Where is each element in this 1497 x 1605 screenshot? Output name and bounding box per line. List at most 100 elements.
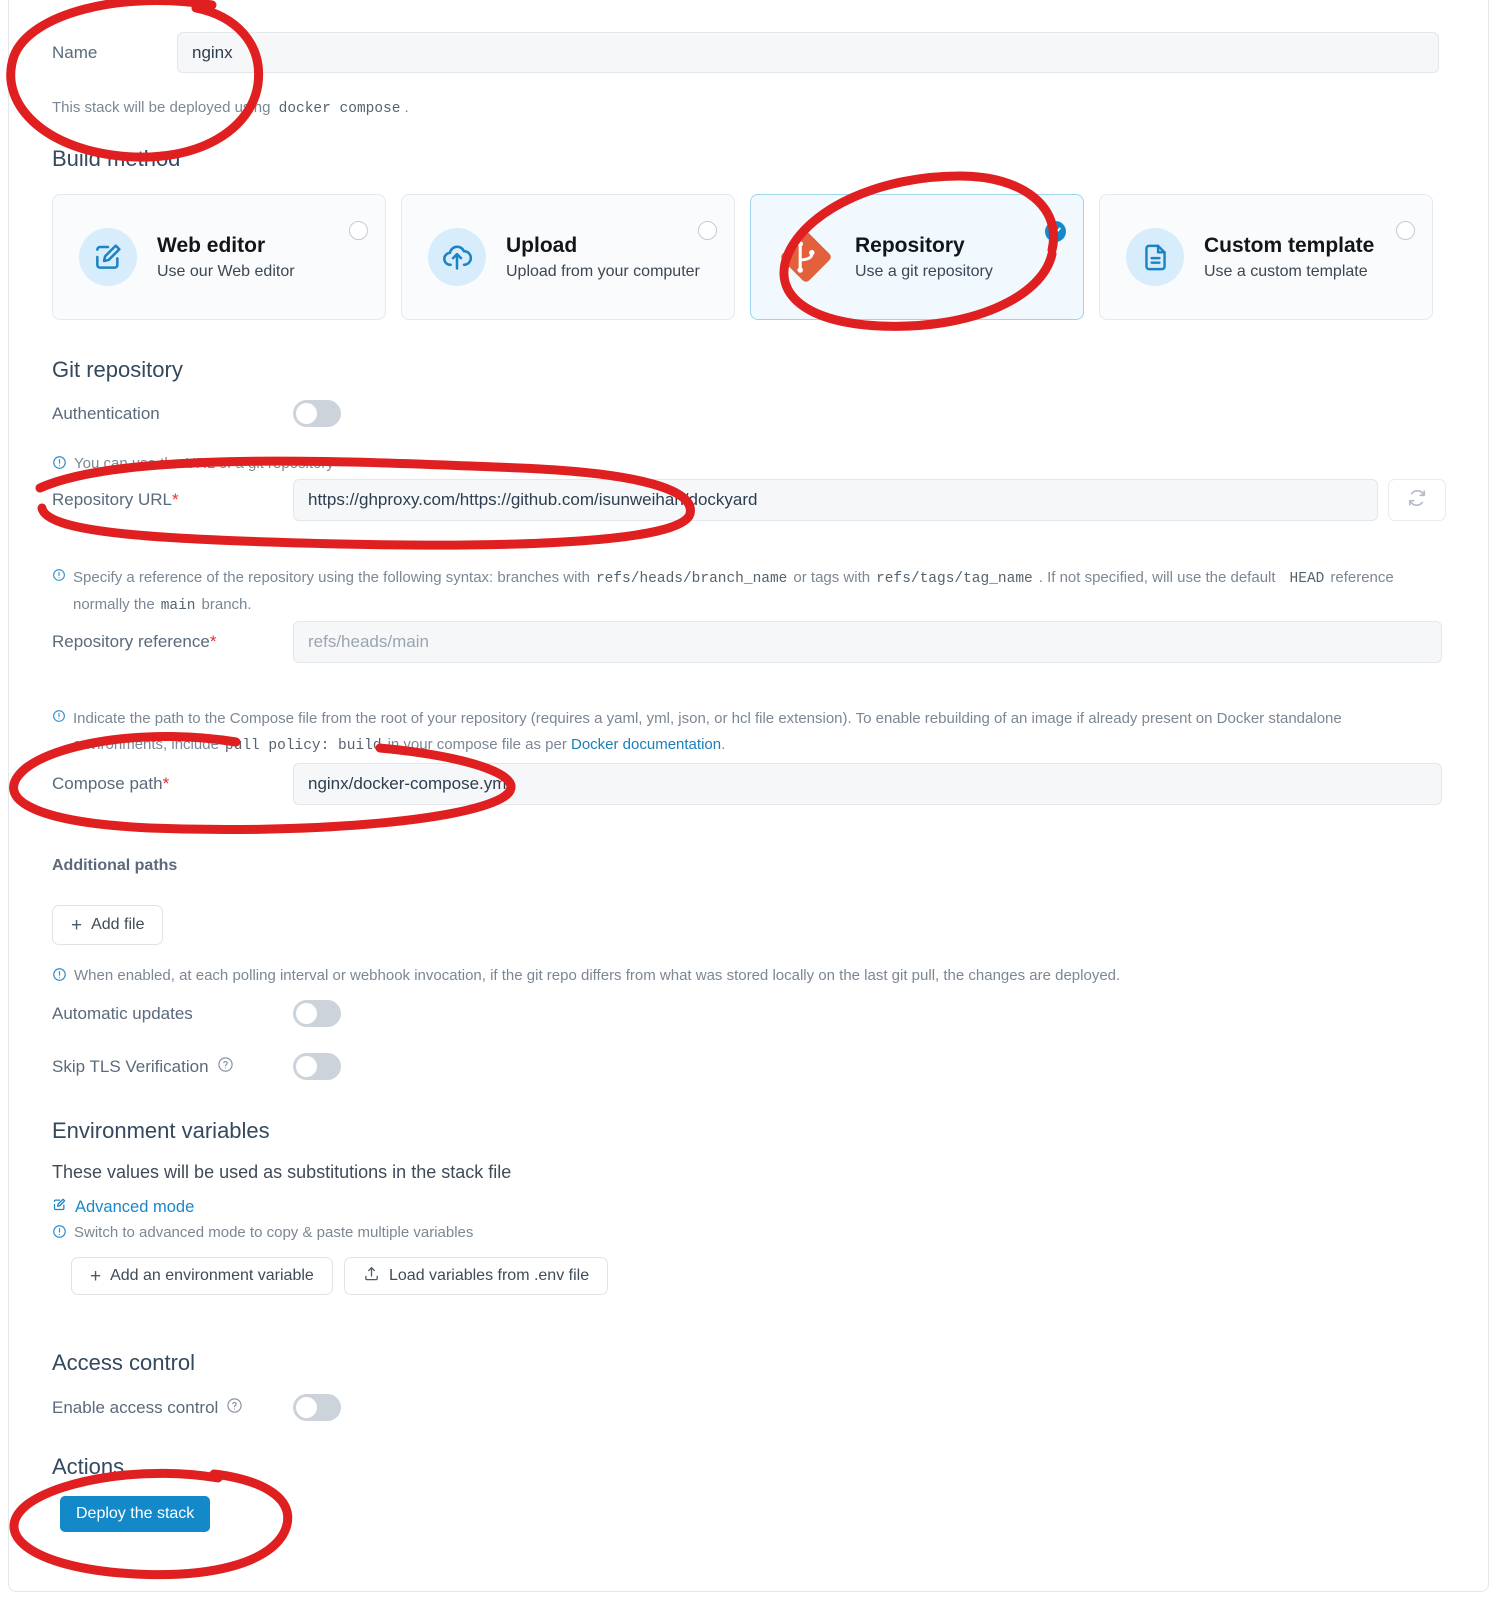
additional-paths-title: Additional paths [52,857,178,874]
name-input[interactable]: nginx [177,32,1439,73]
docker-documentation-link[interactable]: Docker documentation [571,736,721,753]
advanced-mode-link[interactable]: Advanced mode [52,1197,194,1217]
environment-variables-description: These values will be used as substitutio… [52,1162,512,1182]
build-method-web-editor[interactable]: Web editor Use our Web editor [52,194,386,320]
skip-tls-toggle[interactable] [293,1053,341,1080]
deploy-the-stack-label: Deploy the stack [76,1505,195,1522]
build-method-desc-text: Use a custom template [1204,262,1368,280]
build-method-desc-text: Use a git repository [855,262,993,280]
repository-url-row: Repository URL* https://ghproxy.com/http… [52,479,1446,521]
repository-url-label: Repository URL* [52,490,293,510]
radio-upload[interactable] [698,221,717,240]
required-asterisk: * [209,632,217,651]
plus-icon: + [90,1265,102,1287]
add-environment-variable-button[interactable]: + Add an environment variable [71,1257,333,1295]
info-icon [52,1224,67,1244]
compose-path-hint: Indicate the path to the Compose file fr… [52,706,1427,760]
repository-url-hint: You can use the URL of a git repository [52,453,334,475]
build-method-title: Build method [52,146,181,171]
repository-reference-row: Repository reference* refs/heads/main [52,621,1442,663]
ref-hint-2: or tags with [793,569,871,586]
load-env-file-label: Load variables from .env file [389,1267,590,1284]
automatic-updates-hint: When enabled, at each polling interval o… [52,965,1120,987]
required-asterisk: * [172,490,179,509]
repository-url-refresh-button[interactable] [1388,479,1446,521]
actions-title: Actions [52,1454,125,1479]
skip-tls-row: Skip TLS Verification [52,1053,341,1080]
radio-web-editor[interactable] [349,221,368,240]
ref-code-4: main [160,598,196,615]
compose-path-label-text: Compose path [52,774,163,793]
name-helper-text: This stack will be deployed using docker… [52,97,409,120]
repository-url-label-text: Repository URL [52,490,172,509]
advanced-mode-label: Advanced mode [75,1197,195,1216]
compose-code: pull policy: build [224,738,382,755]
build-method-desc-text: Use our Web editor [157,262,295,280]
ref-code-2: refs/tags/tag_name [876,571,1033,587]
upload-icon [363,1265,380,1287]
ref-hint-3: . If not specified, will use the default [1038,569,1276,586]
build-method-upload[interactable]: Upload Upload from your computer [401,194,735,320]
advanced-mode-hint: Switch to advanced mode to copy & paste … [52,1222,473,1244]
build-method-title-text: Upload [506,233,578,257]
plus-icon: + [71,914,83,936]
build-method-custom-template[interactable]: Custom template Use a custom template [1099,194,1433,320]
ref-code-1: refs/heads/branch_name [595,571,788,587]
enable-access-control-row: Enable access control [52,1394,341,1421]
radio-repository-selected[interactable] [1045,221,1066,242]
info-icon [52,568,66,587]
advanced-mode-hint-text: Switch to advanced mode to copy & paste … [74,1224,474,1241]
question-mark-icon[interactable] [226,1397,243,1419]
repository-reference-hint: Specify a reference of the repository us… [52,565,1422,620]
name-helper-prefix: This stack will be deployed using [52,99,271,116]
stack-creation-form-page: Name nginx This stack will be deployed u… [0,0,1497,1605]
compose-path-row: Compose path* nginx/docker-compose.yml [52,763,1442,805]
build-method-repository[interactable]: Repository Use a git repository [750,194,1084,320]
web-editor-icon [79,228,137,286]
repository-reference-hint-text: Specify a reference of the repository us… [73,565,1422,620]
automatic-updates-toggle[interactable] [293,1000,341,1027]
repository-reference-label: Repository reference* [52,632,293,652]
build-method-title-text: Repository [855,233,965,257]
git-repository-icon [777,228,835,286]
access-control-title: Access control [52,1350,196,1375]
repository-url-input[interactable]: https://ghproxy.com/https://github.com/i… [293,479,1378,521]
skip-tls-label: Skip TLS Verification [52,1056,293,1078]
authentication-label: Authentication [52,403,160,423]
authentication-toggle[interactable] [293,400,341,427]
compose-hint-2: in your compose file as per [387,736,567,754]
authentication-row: Authentication [52,400,341,427]
document-icon [1126,228,1184,286]
environment-variables-title: Environment variables [52,1118,270,1143]
build-method-title-text: Custom template [1204,233,1375,257]
compose-hint-3: . [721,736,726,754]
automatic-updates-label: Automatic updates [52,1003,193,1023]
repository-reference-label-text: Repository reference [52,632,210,651]
enable-access-control-label-text: Enable access control [52,1397,219,1417]
ref-hint-5: branch. [201,596,252,614]
name-label: Name [52,42,98,62]
build-method-desc-text: Upload from your computer [506,262,700,280]
add-file-label: Add file [91,916,145,933]
add-file-button[interactable]: + Add file [52,905,164,945]
compose-path-label: Compose path* [52,774,293,794]
required-asterisk: * [162,774,170,793]
compose-path-input[interactable]: nginx/docker-compose.yml [293,763,1442,805]
name-row: Name nginx [52,32,1439,73]
upload-cloud-icon [428,228,486,286]
enable-access-control-toggle[interactable] [293,1394,341,1421]
deploy-the-stack-button[interactable]: Deploy the stack [60,1496,211,1532]
automatic-updates-hint-text: When enabled, at each polling interval o… [74,967,1121,984]
compose-path-hint-text: Indicate the path to the Compose file fr… [73,706,1427,760]
ref-code-3: HEAD [1289,571,1325,587]
question-mark-icon[interactable] [217,1056,234,1078]
repository-url-hint-text: You can use the URL of a git repository [74,455,334,472]
radio-custom-template[interactable] [1396,221,1415,240]
ref-hint-1: Specify a reference of the repository us… [73,569,590,586]
info-icon [52,709,66,728]
automatic-updates-row: Automatic updates [52,1000,341,1027]
load-env-file-button[interactable]: Load variables from .env file [344,1257,609,1295]
edit-icon [52,1197,67,1217]
git-repository-title: Git repository [52,357,183,382]
repository-reference-input[interactable]: refs/heads/main [293,621,1442,663]
